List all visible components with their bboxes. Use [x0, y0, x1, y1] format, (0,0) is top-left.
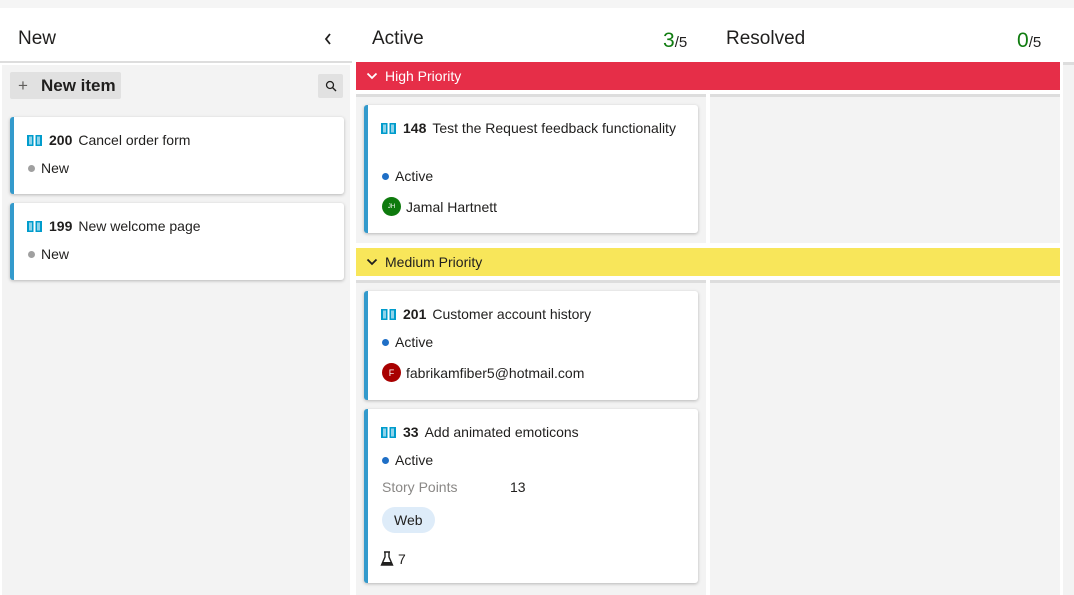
- work-item-card[interactable]: 201 Customer account history Active Ffabr…: [364, 291, 698, 400]
- state-label: Active: [395, 168, 434, 184]
- card-id: 199: [49, 218, 73, 234]
- wip-count: 3/5: [663, 29, 687, 53]
- card-state: Active: [382, 168, 433, 184]
- card-state: Active: [382, 334, 433, 350]
- chevron-left-icon: [324, 33, 331, 45]
- user-story-icon: [27, 135, 42, 146]
- column-title: New: [18, 28, 57, 49]
- card-state: New: [28, 246, 69, 262]
- card-title[interactable]: New welcome page: [78, 218, 200, 234]
- card-title-row: 200 Cancel order form: [27, 130, 334, 150]
- test-count: 7: [398, 551, 406, 567]
- card-title[interactable]: Add animated emoticons: [425, 424, 579, 440]
- cell-high-active: 148 Test the Request feedback functionali…: [356, 94, 706, 243]
- board-right-edge: [1063, 62, 1074, 595]
- state-dot-icon: [28, 250, 35, 258]
- chevron-down-icon: [366, 70, 378, 82]
- field-value[interactable]: 13: [510, 479, 526, 495]
- search-button[interactable]: [318, 74, 343, 98]
- card-tests[interactable]: 7: [380, 551, 406, 567]
- search-icon: [325, 80, 336, 92]
- card-id: 33: [403, 424, 419, 440]
- swimlane-label: High Priority: [385, 68, 462, 84]
- user-story-icon: [381, 427, 396, 438]
- state-label: New: [41, 246, 70, 262]
- work-item-card[interactable]: 200 Cancel order form New: [10, 117, 344, 194]
- work-item-card[interactable]: 148 Test the Request feedback functionali…: [364, 105, 698, 233]
- avatar: JH: [382, 197, 401, 216]
- user-story-icon: [381, 309, 396, 320]
- user-story-icon: [27, 221, 42, 232]
- card-id: 201: [403, 306, 427, 322]
- card-title-row: 148 Test the Request feedback functionali…: [381, 118, 688, 138]
- card-assignee[interactable]: Ffabrikamfiber5@hotmail.com: [382, 363, 584, 382]
- top-strip: [0, 0, 1074, 8]
- add-icon: +: [18, 75, 28, 95]
- state-label: Active: [395, 334, 434, 350]
- column-header-resolved: Resolved 0/5: [708, 8, 1074, 63]
- card-field-story-points: Story Points 13: [382, 479, 526, 495]
- cell-medium-active: 201 Customer account history Active Ffabr…: [356, 280, 706, 595]
- state-dot-icon: [382, 456, 389, 464]
- card-id: 148: [403, 120, 427, 136]
- state-dot-icon: [382, 172, 389, 180]
- chevron-down-icon: [366, 256, 378, 268]
- column-title: Resolved: [726, 28, 806, 49]
- tag-badge[interactable]: Web: [382, 507, 435, 533]
- user-story-icon: [381, 123, 396, 134]
- card-title-row: 199 New welcome page: [27, 216, 334, 236]
- field-label: Story Points: [382, 479, 458, 495]
- cell-medium-resolved: [710, 280, 1060, 595]
- swimlane-header-high-priority[interactable]: High Priority: [356, 62, 1060, 90]
- column-header-new: New: [0, 8, 352, 63]
- wip-limit: /5: [1028, 34, 1042, 51]
- card-title-row: 201 Customer account history: [381, 304, 688, 324]
- column-title: Active: [372, 28, 424, 49]
- swimlane-label: Medium Priority: [385, 254, 483, 270]
- card-title[interactable]: Test the Request feedback functionality: [432, 120, 676, 136]
- swimlane-header-medium-priority[interactable]: Medium Priority: [356, 248, 1060, 276]
- avatar: F: [382, 363, 401, 382]
- card-assignee[interactable]: JH Jamal Hartnett: [382, 197, 497, 216]
- assignee-name: fabrikamfiber5@hotmail.com: [406, 364, 585, 381]
- new-item-button[interactable]: + New item: [10, 72, 121, 99]
- card-state: New: [28, 160, 69, 176]
- test-flask-icon: [380, 551, 394, 566]
- state-label: New: [41, 160, 70, 176]
- wip-count: 0/5: [1017, 29, 1041, 53]
- card-title-row: 33 Add animated emoticons: [381, 422, 688, 442]
- card-state: Active: [382, 452, 433, 468]
- work-item-card[interactable]: 33 Add animated emoticons Active Story Po…: [364, 409, 698, 583]
- new-item-label: New item: [41, 75, 116, 95]
- wip-limit: /5: [674, 34, 688, 51]
- card-title[interactable]: Customer account history: [432, 306, 591, 322]
- card-title[interactable]: Cancel order form: [78, 132, 190, 148]
- wip-current: 0: [1017, 29, 1029, 52]
- state-label: Active: [395, 452, 434, 468]
- state-dot-icon: [28, 164, 35, 172]
- assignee-name: Jamal Hartnett: [406, 198, 498, 215]
- collapse-column-button[interactable]: [320, 30, 336, 48]
- state-dot-icon: [382, 338, 389, 346]
- cell-high-resolved: [710, 94, 1060, 243]
- card-id: 200: [49, 132, 73, 148]
- wip-current: 3: [663, 29, 675, 52]
- work-item-card[interactable]: 199 New welcome page New: [10, 203, 344, 280]
- column-header-active: Active 3/5: [352, 8, 708, 63]
- new-column: + New item 200 Cancel order form New 199 N…: [2, 65, 350, 595]
